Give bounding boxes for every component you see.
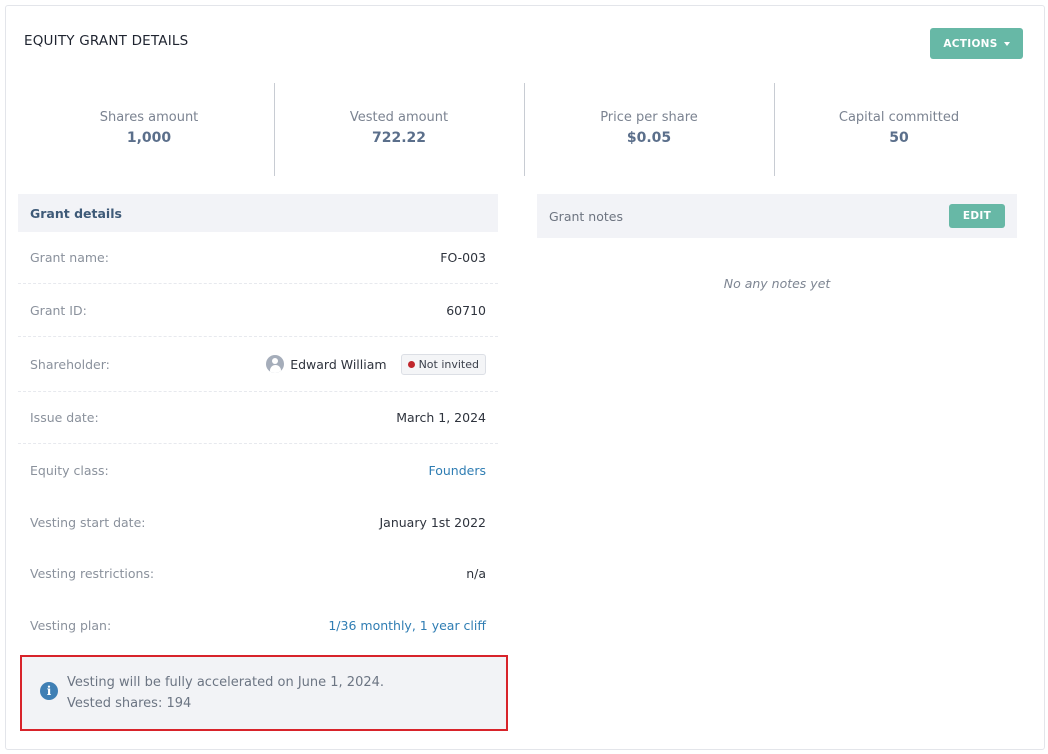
status-badge: Not invited <box>400 353 486 375</box>
stat-label: Capital committed <box>838 110 960 125</box>
vesting-acceleration-notice: i Vesting will be fully accelerated on J… <box>20 655 508 731</box>
detail-value: n/a <box>466 566 486 581</box>
detail-row-vesting-restrictions: Vesting restrictions: n/a <box>18 548 498 599</box>
detail-label: Grant name: <box>30 250 109 265</box>
detail-row-grant-name: Grant name: FO-003 <box>18 232 498 284</box>
stat-label: Price per share <box>600 110 698 125</box>
detail-value: January 1st 2022 <box>379 514 486 530</box>
actions-button[interactable]: ACTIONS <box>930 28 1023 59</box>
detail-row-grant-id: Grant ID: 60710 <box>18 284 498 337</box>
detail-label: Shareholder: <box>30 356 110 372</box>
grant-notes-panel: Grant notes EDIT No any notes yet <box>537 194 1017 291</box>
stat-value: 50 <box>889 130 909 146</box>
notice-line-vested-shares: Vested shares: 194 <box>67 696 192 711</box>
stat-shares-amount: Shares amount 1,000 <box>24 83 274 176</box>
stat-value: $0.05 <box>626 130 672 146</box>
page-title: EQUITY GRANT DETAILS <box>24 33 189 49</box>
stat-capital-committed: Capital committed 50 <box>774 83 1024 176</box>
detail-row-issue-date: Issue date: March 1, 2024 <box>18 392 498 444</box>
stat-label: Shares amount <box>99 110 199 125</box>
status-dot-icon <box>407 360 415 368</box>
grant-notes-title: Grant notes <box>549 208 623 224</box>
edit-notes-button[interactable]: EDIT <box>949 204 1005 228</box>
grant-notes-header: Grant notes EDIT <box>537 194 1017 238</box>
detail-label: Vesting restrictions: <box>30 566 155 581</box>
detail-row-equity-class: Equity class: Founders <box>18 444 498 496</box>
info-icon: i <box>40 682 58 700</box>
detail-row-vesting-start-date: Vesting start date: January 1st 2022 <box>18 496 498 548</box>
notice-line-acceleration: Vesting will be fully accelerated on Jun… <box>67 675 385 690</box>
status-badge-label: Not invited <box>418 357 479 371</box>
stats-row: Shares amount 1,000 Vested amount 722.22… <box>24 83 1024 176</box>
detail-row-shareholder: Shareholder: Edward William Not invited <box>18 337 498 392</box>
stat-value: 722.22 <box>371 130 427 146</box>
shareholder-info: Edward William Not invited <box>266 353 486 375</box>
detail-value: 60710 <box>446 302 486 318</box>
detail-label: Vesting start date: <box>30 514 146 530</box>
detail-label: Grant ID: <box>30 302 87 318</box>
grant-details-panel: Grant details Grant name: FO-003 Grant I… <box>18 194 498 651</box>
equity-class-link[interactable]: Founders <box>428 463 486 478</box>
caret-down-icon <box>1003 41 1010 46</box>
detail-label: Issue date: <box>30 410 99 425</box>
shareholder-name[interactable]: Edward William <box>290 357 386 372</box>
stat-label: Vested amount <box>349 110 449 125</box>
detail-row-vesting-plan: Vesting plan: 1/36 monthly, 1 year cliff <box>18 599 498 651</box>
stat-value: 1,000 <box>126 130 172 146</box>
detail-label: Equity class: <box>30 462 109 478</box>
grant-details-header: Grant details <box>18 194 498 232</box>
vesting-plan-link[interactable]: 1/36 monthly, 1 year cliff <box>328 618 486 633</box>
empty-notes-message: No any notes yet <box>723 276 831 291</box>
stat-price-per-share: Price per share $0.05 <box>524 83 774 176</box>
detail-value: March 1, 2024 <box>396 410 486 425</box>
stat-vested-amount: Vested amount 722.22 <box>274 83 524 176</box>
detail-label: Vesting plan: <box>30 617 112 633</box>
detail-value: FO-003 <box>440 250 486 265</box>
user-avatar-icon <box>266 355 285 373</box>
actions-button-label: ACTIONS <box>943 37 998 50</box>
